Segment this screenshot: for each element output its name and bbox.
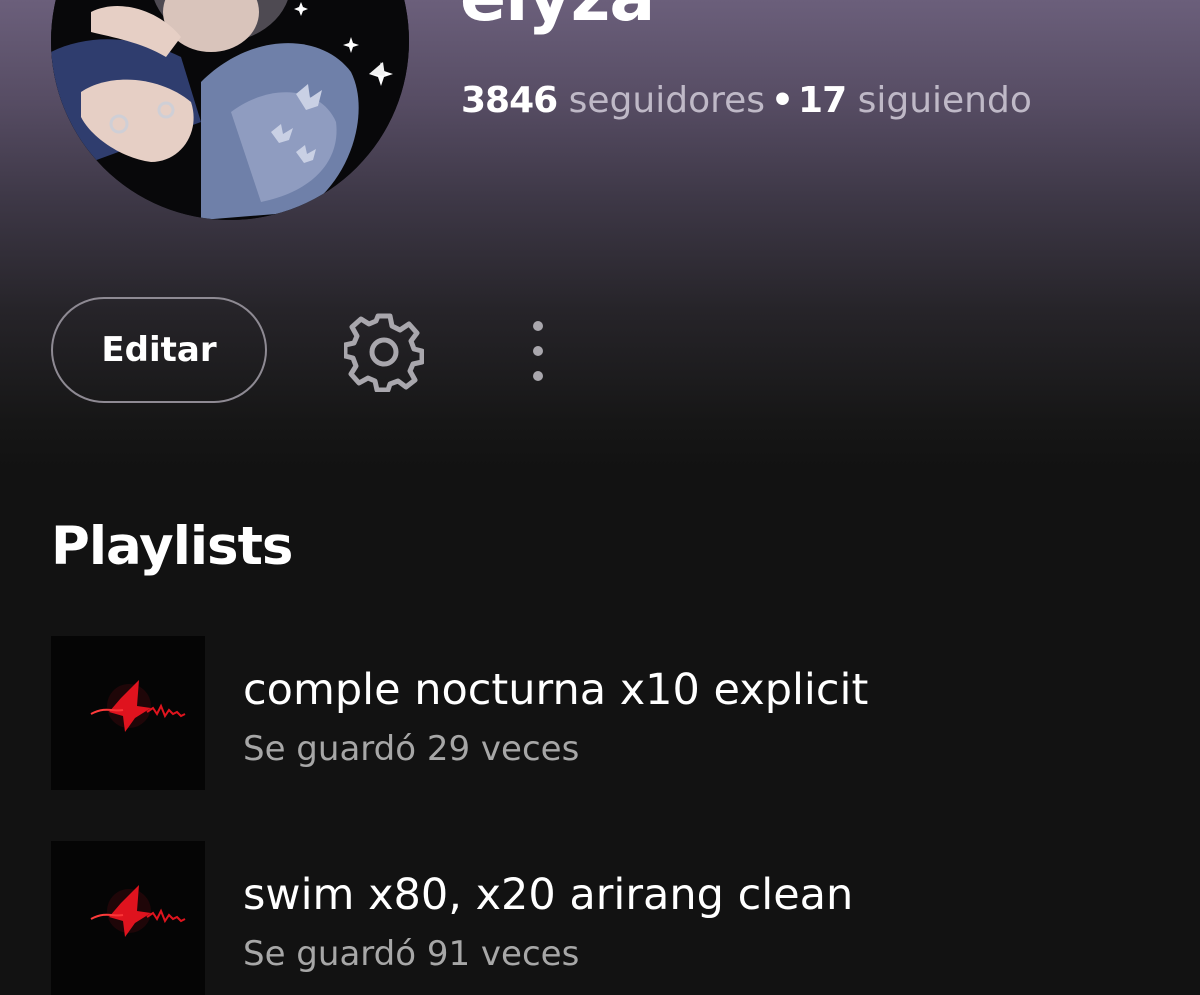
following-count[interactable]: 17 <box>798 80 847 121</box>
playlist-saves: Se guardó 29 veces <box>243 729 580 769</box>
following-label[interactable]: siguiendo <box>858 80 1032 121</box>
more-vertical-icon[interactable] <box>518 316 558 386</box>
playlist-saves: Se guardó 91 veces <box>243 934 580 974</box>
stats-separator: • <box>771 80 795 121</box>
playlist-title: swim x80, x20 arirang clean <box>243 870 854 920</box>
playlist-item[interactable]: swim x80, x20 arirang clean Se guardó 91… <box>51 841 1151 995</box>
playlist-title: comple nocturna x10 explicit <box>243 665 869 715</box>
playlists-section-title: Playlists <box>51 516 293 577</box>
playlist-item[interactable]: comple nocturna x10 explicit Se guardó 2… <box>51 636 1151 790</box>
profile-username: elyza <box>460 0 655 38</box>
followers-count[interactable]: 3846 <box>461 80 558 121</box>
followers-label[interactable]: seguidores <box>569 80 765 121</box>
playlist-cover <box>51 636 205 790</box>
profile-stats: 3846 seguidores • 17 siguiendo <box>461 78 1032 124</box>
playlist-cover <box>51 841 205 995</box>
gear-icon[interactable] <box>342 312 425 393</box>
edit-profile-button[interactable]: Editar <box>51 297 267 403</box>
